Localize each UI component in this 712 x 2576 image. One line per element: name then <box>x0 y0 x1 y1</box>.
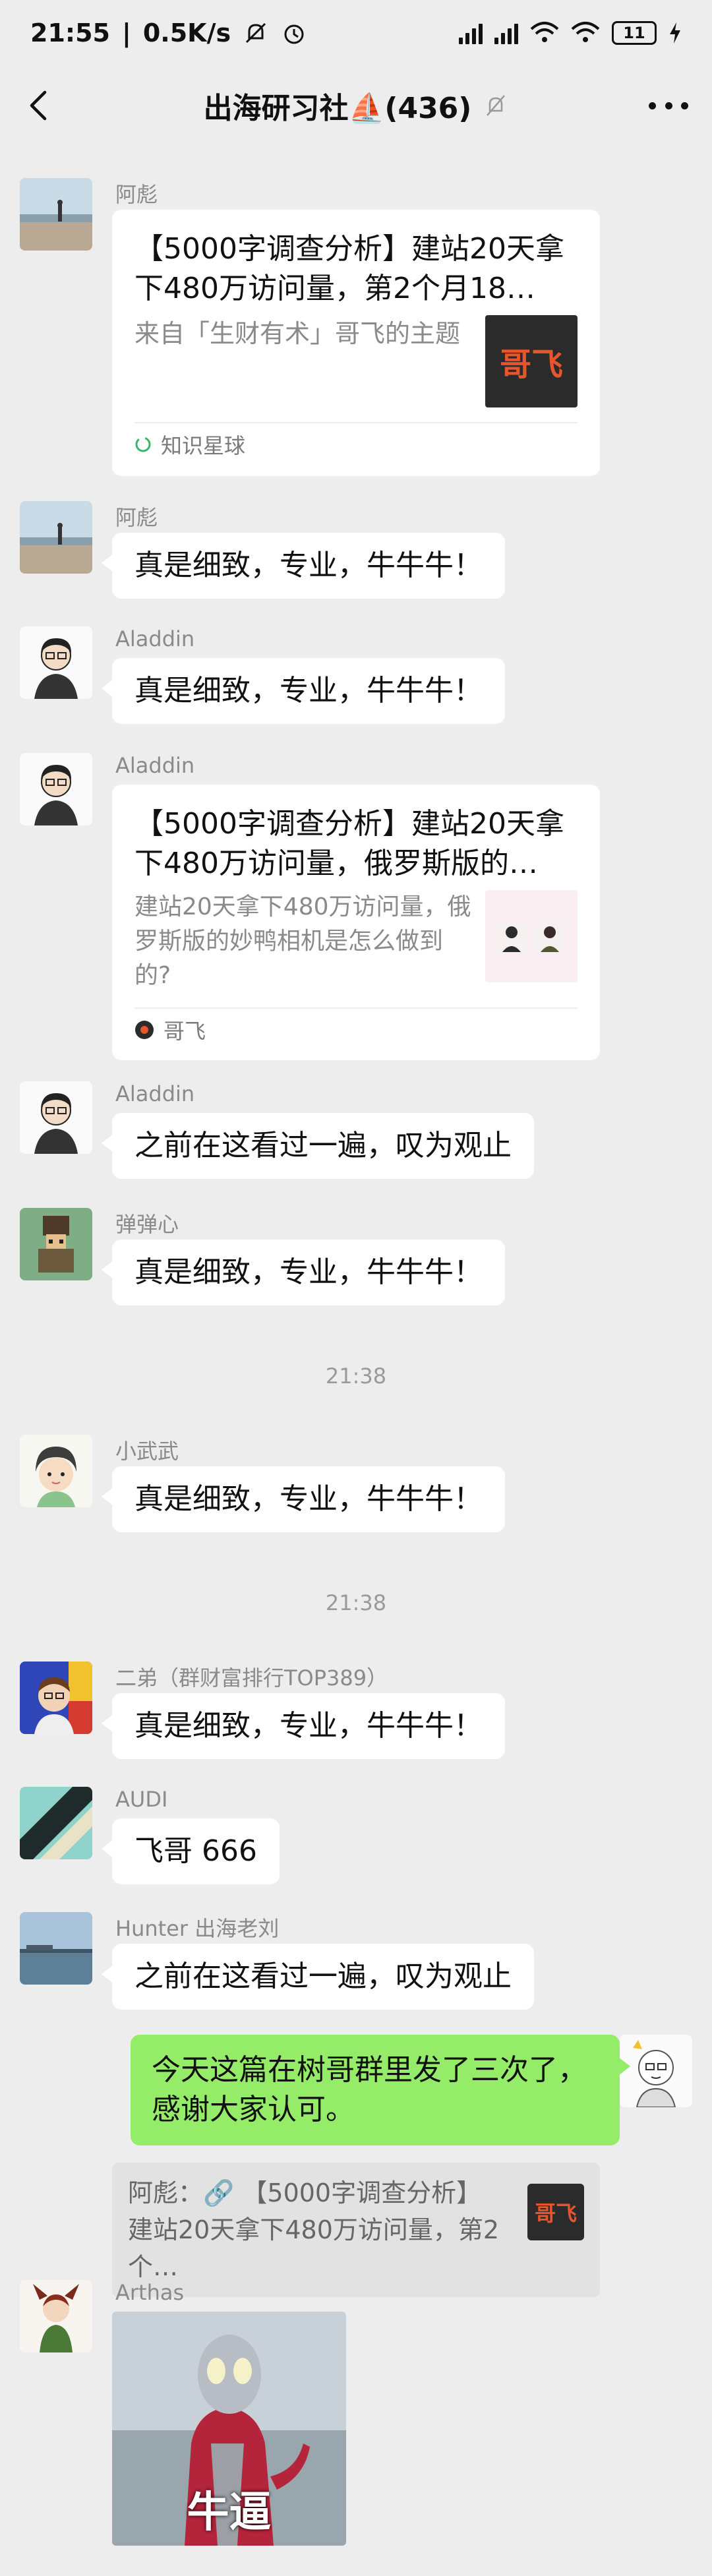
wifi-icon <box>530 22 559 42</box>
message-bubble[interactable]: 真是细致，专业，牛牛牛！ <box>102 658 505 724</box>
message-bubble[interactable]: 真是细致，专业，牛牛牛！ <box>102 1240 505 1305</box>
avatar[interactable] <box>20 178 92 251</box>
avatar[interactable] <box>20 501 92 574</box>
card-title: 【5000字调查分析】建站20天拿下480万访问量，俄罗斯版的… <box>134 807 564 880</box>
link-card[interactable]: 【5000字调查分析】建站20天拿下480万访问量，第2个月18… 来自「生财有… <box>112 210 600 476</box>
message-bubble-self[interactable]: 今天这篇在树哥群里发了三次了，感谢大家认可。 <box>131 2035 630 2145</box>
message-bubble[interactable]: 真是细致，专业，牛牛牛！ <box>102 533 505 599</box>
message-item: 阿彪 【5000字调查分析】建站20天拿下480万访问量，第2个月18… 来自「… <box>0 178 712 481</box>
quoted-message[interactable]: 阿彪：🔗 【5000字调查分析】建站20天拿下480万访问量，第2个… 哥飞 <box>112 2163 600 2297</box>
avatar[interactable] <box>20 1662 92 1734</box>
image-caption: 牛逼 <box>187 2488 272 2537</box>
avatar[interactable] <box>20 1435 92 1507</box>
time-separator: 21:38 <box>325 1590 387 1615</box>
message-bubble[interactable]: 之前在这看过一遍，叹为观止 <box>102 1944 534 2010</box>
sender-name: 二弟（群财富排行TOP389） <box>115 1665 388 1691</box>
status-speed: 0.5K/s <box>142 18 231 47</box>
more-dots-icon[interactable] <box>649 94 688 117</box>
quote-text: 阿彪：🔗 【5000字调查分析】建站20天拿下480万访问量，第2个… <box>128 2178 500 2281</box>
signal-icon <box>459 22 483 44</box>
card-thumbnail: 哥飞 <box>485 315 578 407</box>
sender-name: Arthas <box>115 2280 185 2305</box>
message-item-self: 今天这篇在树哥群里发了三次了，感谢大家认可。 阿彪：🔗 【5000字调查分析】建… <box>0 2035 712 2297</box>
message-item: Aladdin 真是细致，专业，牛牛牛！ <box>0 626 712 738</box>
sender-name: 阿彪 <box>115 182 158 207</box>
message-bubble[interactable]: 飞哥 666 <box>102 1818 280 1884</box>
mute-bell-icon <box>487 95 506 116</box>
message-item: 小武武 真是细致，专业，牛牛牛！ <box>0 1435 712 1547</box>
message-bubble[interactable]: 之前在这看过一遍，叹为观止 <box>102 1113 534 1179</box>
link-card[interactable]: 【5000字调查分析】建站20天拿下480万访问量，俄罗斯版的… 建站20天拿下… <box>112 785 600 1060</box>
message-item: AUDI 飞哥 666 <box>0 1787 712 1899</box>
message-item: Hunter 出海老刘 之前在这看过一遍，叹为观止 <box>0 1912 712 2024</box>
message-bubble[interactable]: 真是细致，专业，牛牛牛！ <box>102 1693 505 1759</box>
message-item: Aladdin 【5000字调查分析】建站20天拿下480万访问量，俄罗斯版的…… <box>0 753 712 1063</box>
avatar[interactable] <box>20 1081 92 1154</box>
battery-icon: 11 <box>612 21 657 45</box>
time-separator: 21:38 <box>325 1363 387 1389</box>
avatar[interactable] <box>20 2280 92 2352</box>
card-desc: 建站20天拿下480万访问量，俄罗斯版的妙鸭相机是怎么做到的? <box>134 893 471 989</box>
avatar[interactable] <box>20 1787 92 1859</box>
avatar[interactable] <box>20 1912 92 1985</box>
sender-name: Hunter 出海老刘 <box>115 1916 280 1941</box>
avatar[interactable] <box>20 626 92 699</box>
alarm-icon <box>284 24 304 44</box>
message-item: 弹弹心 真是细致，专业，牛牛牛！ <box>0 1208 712 1320</box>
card-thumbnail <box>485 890 578 982</box>
sender-name: Aladdin <box>115 626 195 651</box>
author-avatar-icon <box>135 1021 154 1039</box>
sender-name: AUDI <box>115 1787 168 1812</box>
knowledge-planet-icon <box>135 436 151 452</box>
status-time: 21:55 <box>30 18 110 47</box>
card-source: 哥飞 <box>163 1019 206 1044</box>
chat-header: 出海研习社⛵(436) <box>0 66 712 145</box>
wifi-icon-2 <box>571 22 600 42</box>
message-item: 二弟（群财富排行TOP389） 真是细致，专业，牛牛牛！ <box>0 1662 712 1774</box>
avatar[interactable] <box>20 753 92 825</box>
signal-icon-2 <box>494 22 518 44</box>
sender-name: Aladdin <box>115 1081 195 1106</box>
no-notification-icon <box>246 22 266 44</box>
image-message[interactable]: 牛逼 <box>112 2312 346 2546</box>
back-arrow-icon[interactable] <box>20 86 59 125</box>
message-item: 阿彪 真是细致，专业，牛牛牛！ <box>0 501 712 613</box>
card-desc: 来自「生财有术」哥飞的主题 <box>134 319 461 348</box>
message-item: Aladdin 之前在这看过一遍，叹为观止 <box>0 1081 712 1193</box>
sender-name: Aladdin <box>115 753 195 778</box>
card-source: 知识星球 <box>161 433 246 458</box>
status-bar: 21:55 | 0.5K/s 11 <box>0 0 712 66</box>
sender-name: 阿彪 <box>115 505 158 530</box>
message-item: Arthas 牛逼 <box>0 2280 712 2557</box>
avatar[interactable] <box>20 1208 92 1280</box>
card-title: 【5000字调查分析】建站20天拿下480万访问量，第2个月18… <box>134 232 564 305</box>
quote-thumbnail: 哥飞 <box>527 2184 584 2240</box>
sender-name: 弹弹心 <box>115 1212 179 1237</box>
avatar-self[interactable] <box>620 2035 692 2107</box>
message-bubble[interactable]: 真是细致，专业，牛牛牛！ <box>102 1466 505 1532</box>
charging-icon <box>670 22 680 44</box>
chat-title: 出海研习社⛵(436) <box>203 92 472 125</box>
sender-name: 小武武 <box>115 1439 179 1464</box>
